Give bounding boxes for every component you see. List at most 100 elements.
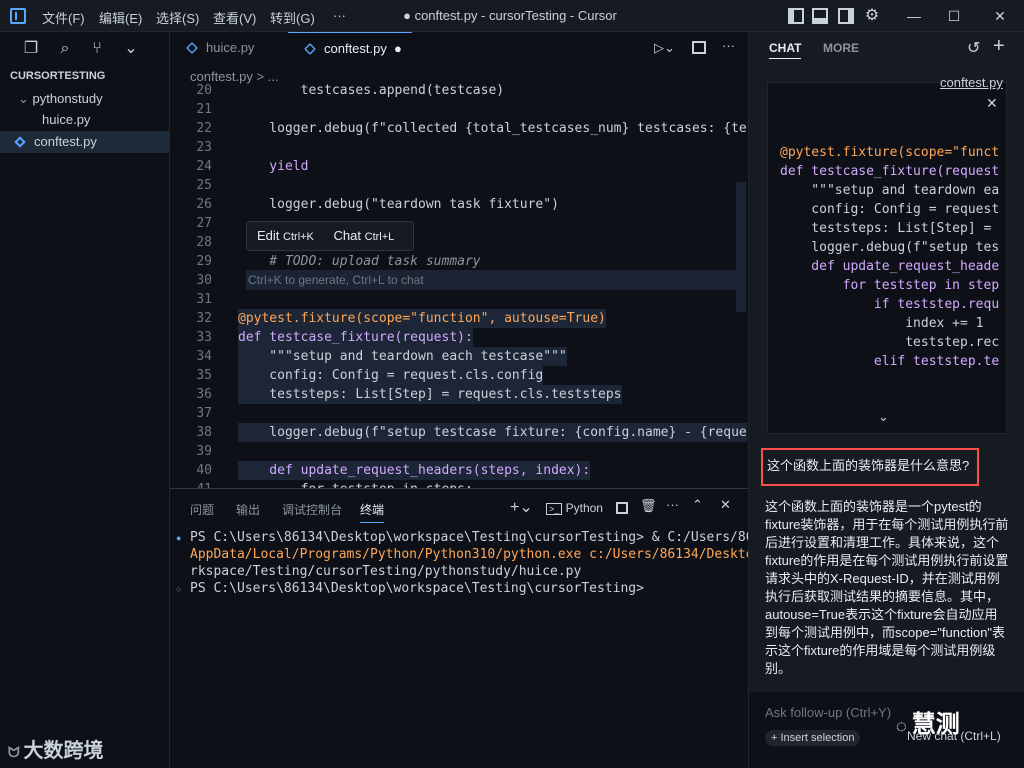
- unsaved-dot-icon: ●: [394, 41, 402, 56]
- tab-conftest[interactable]: conftest.py ●: [288, 32, 412, 64]
- chevron-down-icon: ⌄: [18, 91, 33, 106]
- menu-file[interactable]: 文件(F): [42, 8, 85, 27]
- tree-file-huice[interactable]: huice.py: [0, 109, 170, 131]
- tab-terminal[interactable]: 终端: [360, 501, 385, 523]
- toggle-panel-icon[interactable]: [812, 8, 828, 24]
- history-icon[interactable]: ↺: [967, 38, 980, 58]
- menu-view[interactable]: 查看(V): [213, 8, 256, 27]
- code-line: 31: [170, 290, 748, 309]
- maximize-button[interactable]: ☐: [944, 7, 964, 25]
- files-icon[interactable]: ❐: [22, 40, 40, 58]
- snippet-line: @pytest.fixture(scope="funct: [780, 145, 1000, 160]
- terminal-icon: >_: [546, 503, 563, 515]
- snippet-line: def testcase_fixture(request: [780, 164, 1000, 179]
- split-editor-icon[interactable]: [692, 41, 706, 54]
- terminal-line: AppData/Local/Programs/Python/Python310/…: [190, 547, 785, 562]
- snippet-line: teststeps: List[Step] =: [780, 221, 992, 236]
- line-number: 30: [196, 273, 212, 288]
- menu-go[interactable]: 转到(G): [270, 8, 315, 27]
- code-line: 35 config: Config = request.cls.config: [170, 366, 748, 385]
- search-icon[interactable]: ⌕: [56, 40, 74, 58]
- scrollbar[interactable]: [736, 182, 746, 312]
- split-terminal-icon[interactable]: [616, 502, 628, 514]
- new-chat-icon[interactable]: +: [993, 35, 1005, 58]
- settings-gear-icon[interactable]: ⚙: [862, 7, 882, 25]
- line-number: 40: [196, 463, 212, 478]
- snippet-code: @pytest.fixture(scope="funct def testcase…: [780, 143, 1004, 403]
- code-line: 34 """setup and teardown each testcase""…: [170, 347, 748, 366]
- chat-action[interactable]: Chat Ctrl+L: [334, 228, 395, 243]
- tree-folder-pythonstudy[interactable]: ⌄ pythonstudy: [0, 88, 170, 110]
- snippet-line: config: Config = request: [780, 202, 1000, 217]
- run-icon[interactable]: ▷⌄: [654, 40, 675, 56]
- snippet-line: if teststep.requ: [780, 297, 1000, 312]
- tab-chat[interactable]: CHAT: [769, 41, 802, 59]
- tab-huice[interactable]: huice.py: [170, 32, 288, 64]
- close-panel-icon[interactable]: ✕: [720, 497, 731, 513]
- code-text: config: Config = request.cls.config: [238, 366, 544, 385]
- line-number: 20: [196, 83, 212, 98]
- terminal-panel: 问题 输出 调试控制台 终端 +⌄ >_ Python 🗑 ··· ⌃ ✕ ● …: [170, 488, 785, 768]
- code-text: logger.debug(f"collected {total_testcase…: [238, 121, 747, 136]
- line-number: 32: [196, 311, 212, 326]
- code-editor: huice.py conftest.py ● ▷⌄ ··· conftest.p…: [170, 32, 748, 488]
- close-window-button[interactable]: ✕: [990, 7, 1010, 25]
- tab-problems[interactable]: 问题: [190, 501, 214, 518]
- watermark-logo: ᗢ 大数跨境: [8, 740, 104, 762]
- insert-selection-button[interactable]: + Insert selection: [765, 730, 861, 746]
- line-number: 21: [196, 102, 212, 117]
- chevron-down-icon[interactable]: ⌄: [122, 40, 140, 58]
- terminal-prompt[interactable]: PS C:\Users\86134\Desktop\workspace\Test…: [190, 580, 644, 597]
- prompt-dot-icon: ○: [176, 584, 182, 594]
- toggle-sidebar-icon[interactable]: [788, 8, 804, 24]
- tab-output[interactable]: 输出: [236, 501, 260, 518]
- code-text: def update_request_headers(steps, index)…: [238, 461, 591, 480]
- source-control-icon[interactable]: ⑂: [88, 40, 106, 58]
- code-snippet-card: conftest.py ✕ @pytest.fixture(scope="fun…: [767, 75, 1007, 434]
- explorer-section-title: CURSORTESTING: [10, 70, 106, 82]
- code-text: for teststep in steps:: [238, 480, 473, 488]
- code-line: 20 testcases.append(testcase): [170, 81, 748, 100]
- code-text: def testcase_fixture(request):: [238, 328, 473, 347]
- line-number: 41: [170, 480, 212, 488]
- code-line: 23: [170, 138, 748, 157]
- terminal-line: rkspace/Testing/cursorTesting/pythonstud…: [190, 564, 582, 579]
- line-number: 34: [196, 349, 212, 364]
- snippet-line: index += 1: [780, 316, 984, 331]
- line-number: 27: [196, 216, 212, 231]
- expand-chevron-icon[interactable]: ⌄: [878, 409, 889, 425]
- cursor-logo-icon: [10, 8, 26, 24]
- snippet-line: elif teststep.te: [780, 354, 1000, 369]
- user-question: 这个函数上面的装饰器是什么意思?: [761, 448, 979, 486]
- tab-debug-console[interactable]: 调试控制台: [282, 501, 342, 518]
- menu-selection[interactable]: 选择(S): [156, 8, 199, 27]
- generate-hint: Ctrl+K to generate, Ctrl+L to chat: [246, 270, 746, 290]
- menu-more[interactable]: ···: [333, 8, 346, 23]
- line-number: 23: [196, 140, 212, 155]
- toggle-secondary-sidebar-icon[interactable]: [838, 8, 854, 24]
- brand-logo-icon: ᗢ: [8, 744, 24, 760]
- code-line: 24 yield: [170, 157, 748, 176]
- line-number: 37: [196, 406, 212, 421]
- menu-edit[interactable]: 编辑(E): [99, 8, 142, 27]
- chevron-up-icon[interactable]: ⌃: [692, 497, 703, 513]
- file-link[interactable]: conftest.py: [940, 75, 1003, 90]
- line-number: 25: [196, 178, 212, 193]
- more-actions-icon[interactable]: ···: [666, 497, 679, 512]
- close-snippet-icon[interactable]: ✕: [986, 95, 998, 112]
- code-text: logger.debug(f"setup testcase fixture: {…: [238, 423, 747, 442]
- snippet-line: """setup and teardown ea: [780, 183, 1000, 198]
- trash-icon[interactable]: 🗑: [640, 498, 657, 514]
- line-number: 31: [196, 292, 212, 307]
- new-terminal-icon[interactable]: +⌄: [510, 497, 533, 517]
- code-line: 33 def testcase_fixture(request):: [170, 328, 748, 347]
- chat-panel: CHAT MORE ↺ + conftest.py ✕ @pytest.fixt…: [748, 32, 1024, 768]
- code-text: teststeps: List[Step] = request.cls.test…: [238, 385, 622, 404]
- edit-action[interactable]: Edit Ctrl+K: [257, 228, 314, 243]
- more-actions-icon[interactable]: ···: [722, 38, 735, 53]
- explorer-sidebar: ❐ ⌕ ⑂ ⌄ CURSORTESTING ⌄ pythonstudy huic…: [0, 32, 170, 768]
- tab-more[interactable]: MORE: [823, 41, 859, 55]
- followup-input[interactable]: Ask follow-up (Ctrl+Y): [765, 705, 891, 720]
- terminal-shell[interactable]: >_ Python: [546, 501, 603, 515]
- minimize-button[interactable]: —: [904, 7, 924, 25]
